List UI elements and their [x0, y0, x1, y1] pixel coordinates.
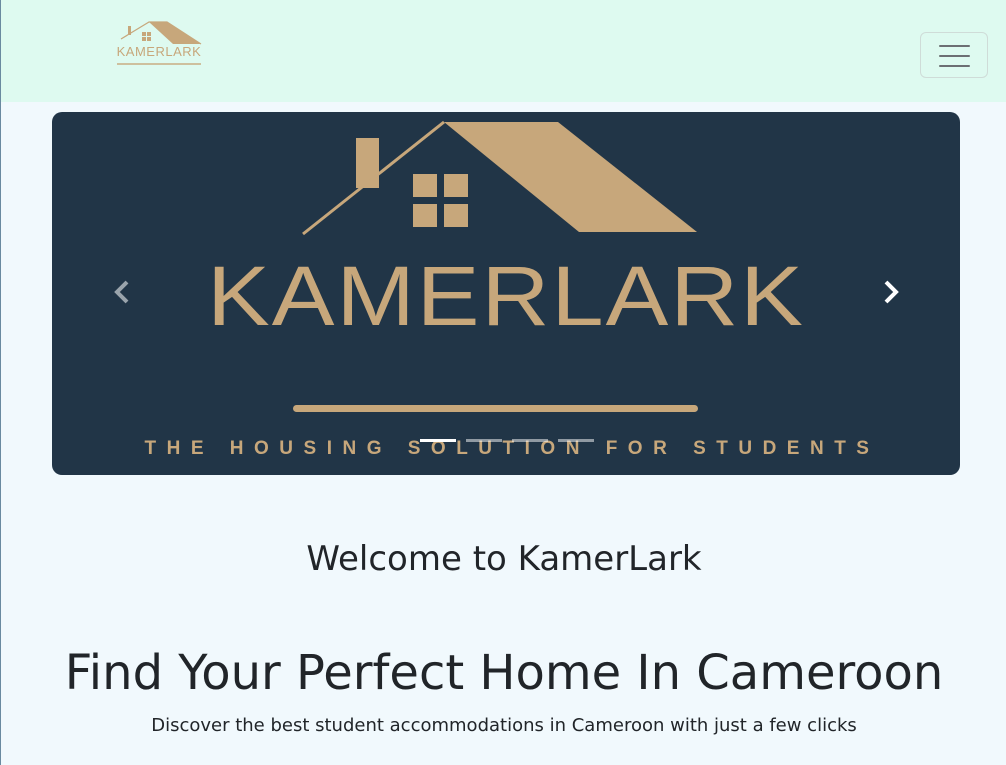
slide-title: KAMERLARK [207, 248, 805, 343]
brand-underline [117, 63, 201, 65]
navbar-toggle-button[interactable] [920, 32, 988, 78]
welcome-heading: Welcome to KamerLark [306, 539, 702, 579]
carousel-next-button[interactable] [871, 272, 911, 312]
brand-text: KAMERLARK [116, 44, 202, 59]
hamburger-bar [939, 55, 970, 57]
hamburger-bar [939, 65, 970, 67]
carousel-indicator[interactable] [512, 439, 548, 442]
hamburger-menu-icon [939, 45, 970, 47]
chevron-left-icon [114, 280, 129, 304]
chevron-right-icon [884, 280, 899, 304]
hero-carousel: KAMERLARK THE HOUSING SOLUTION FOR STUDE… [52, 112, 960, 475]
hero-subtitle: Discover the best student accommodations… [151, 715, 857, 736]
carousel-prev-button[interactable] [102, 272, 142, 312]
slide-underline [293, 405, 698, 412]
carousel-indicator[interactable] [420, 439, 456, 442]
navbar: KAMERLARK [1, 0, 1006, 102]
page: KAMERLARK KAMERLARK THE HOUSING SOLUTION… [0, 0, 1006, 765]
carousel-indicator[interactable] [558, 439, 594, 442]
carousel-indicator[interactable] [466, 439, 502, 442]
page-title: Find Your Perfect Home In Cameroon [64, 645, 944, 701]
carousel-indicators [420, 439, 594, 443]
brand-logo-link[interactable]: KAMERLARK [115, 18, 205, 70]
